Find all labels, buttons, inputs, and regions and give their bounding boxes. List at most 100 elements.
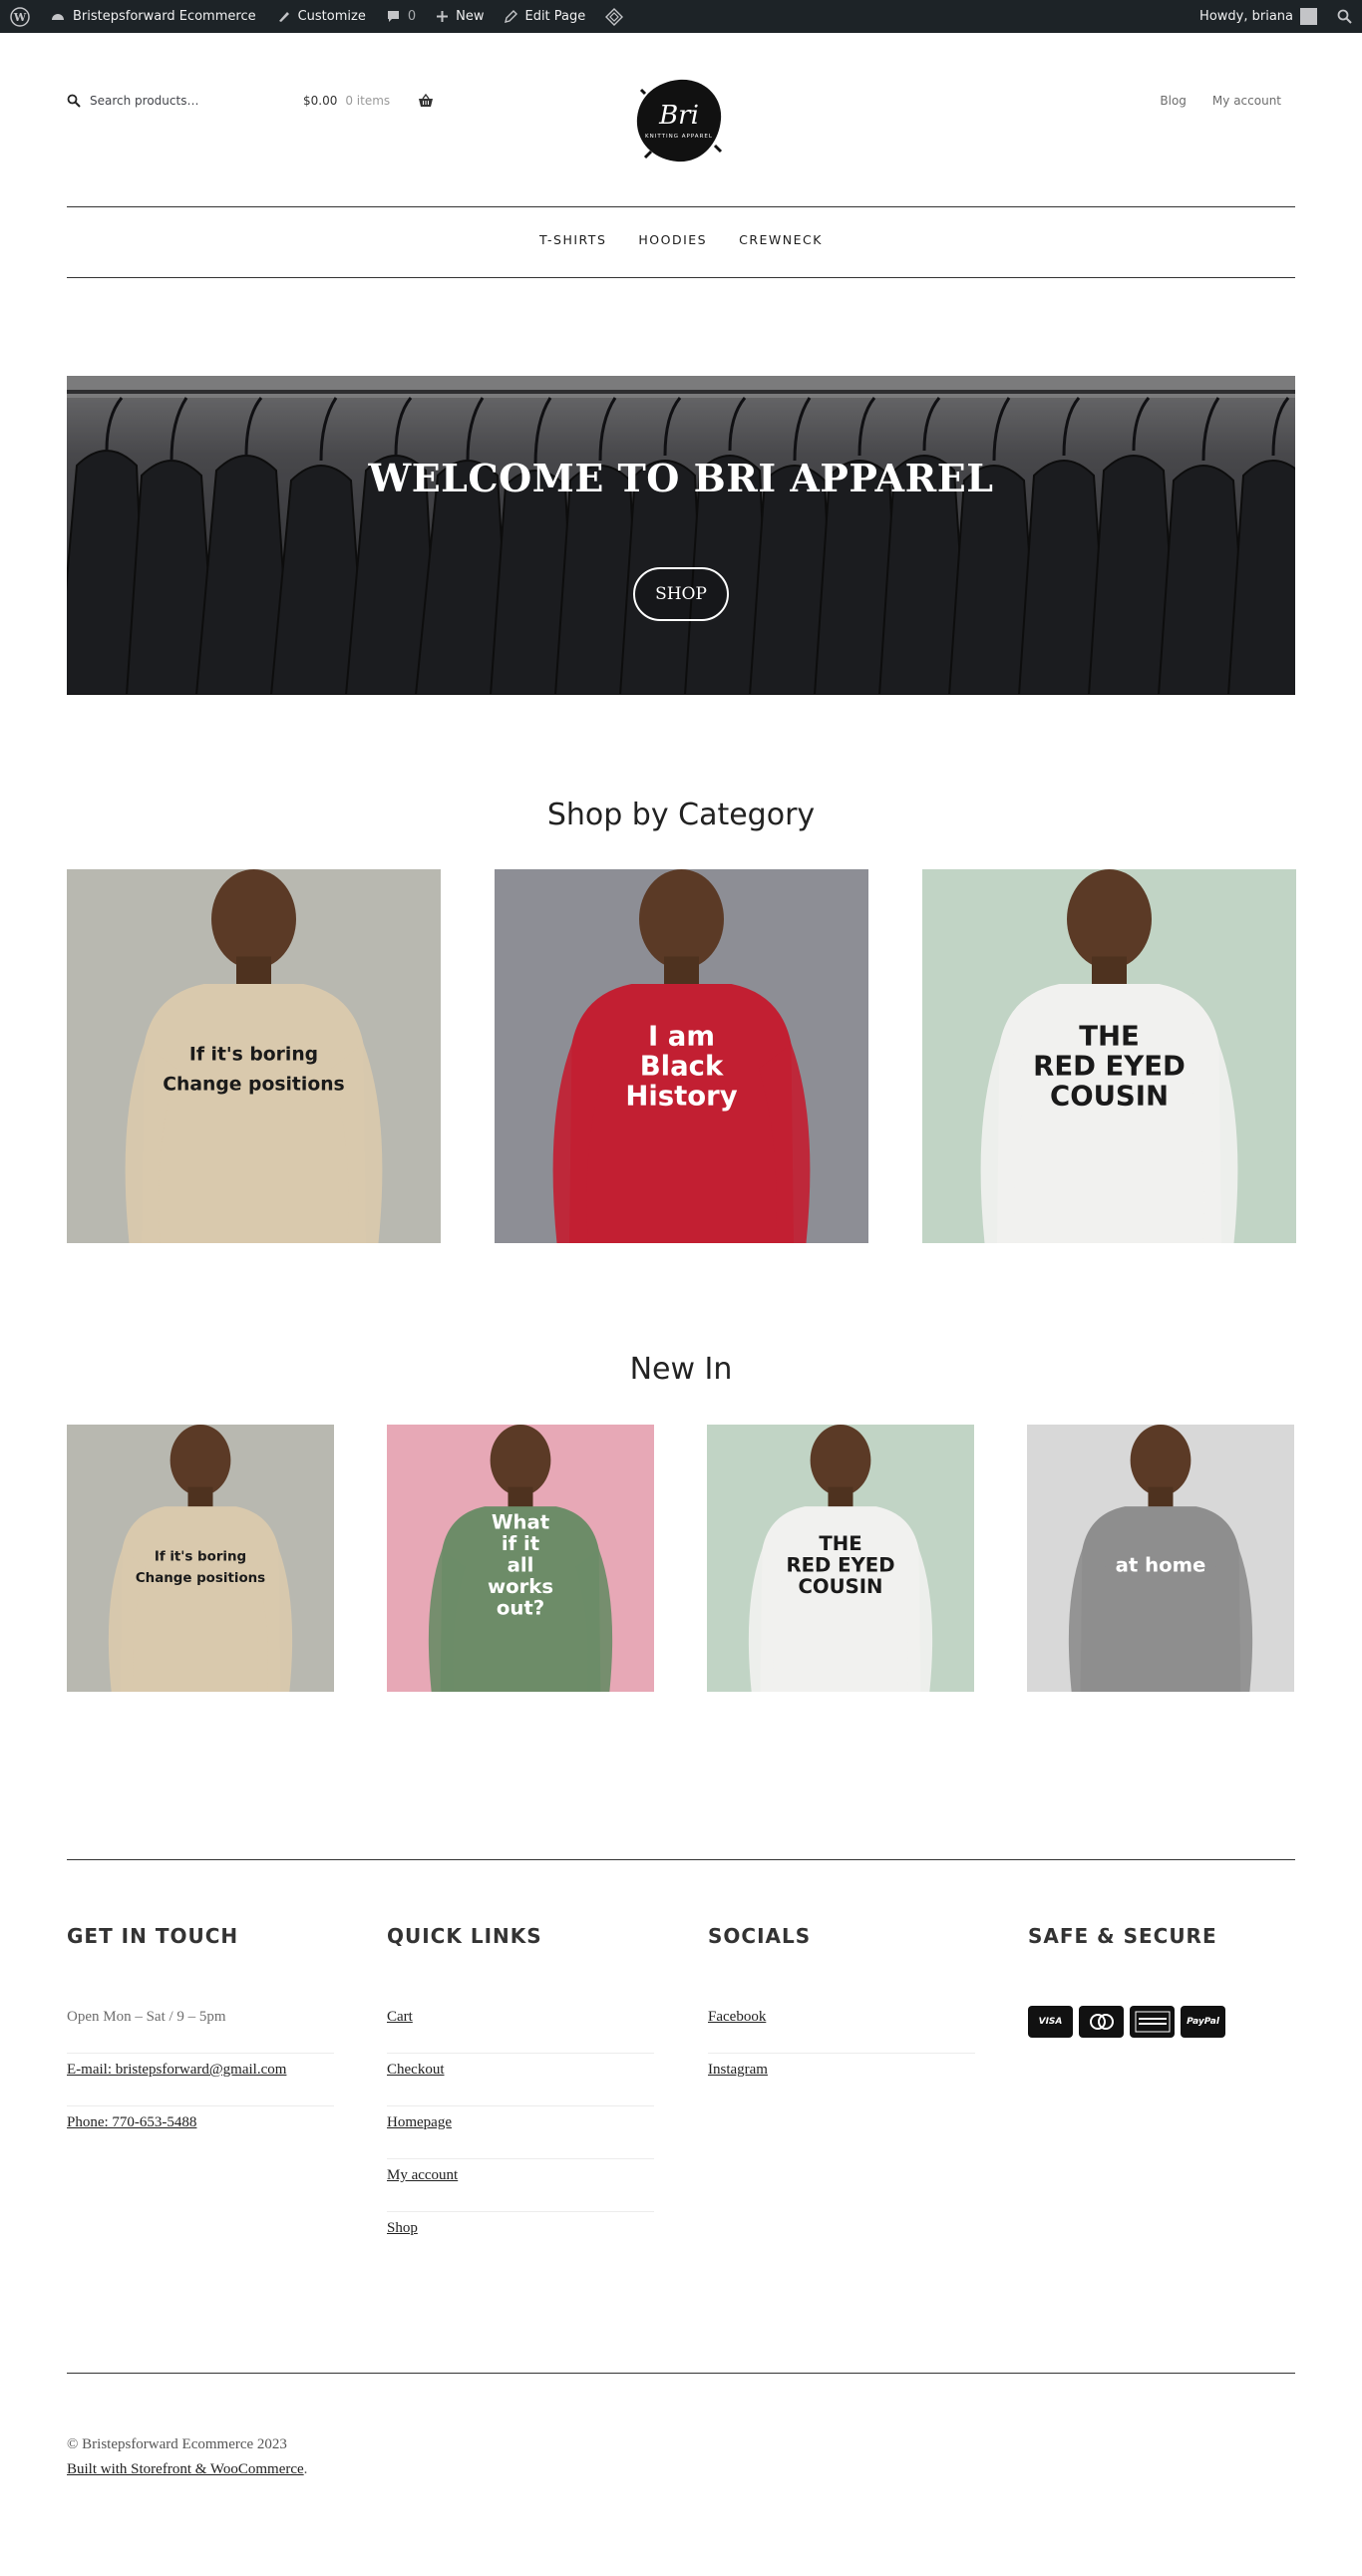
nav-item-tshirts[interactable]: T-SHIRTS xyxy=(539,232,606,247)
admin-bar: W Bristepsforward Ecommerce Customize 0 … xyxy=(0,0,1362,33)
opening-hours: Open Mon – Sat / 9 – 5pm xyxy=(67,2009,226,2025)
shirt-print-text: RED EYED xyxy=(786,1553,894,1576)
quick-link-checkout[interactable]: Checkout xyxy=(387,2062,445,2078)
site-name-label: Bristepsforward Ecommerce xyxy=(73,9,256,24)
social-link-facebook[interactable]: Facebook xyxy=(708,2009,766,2025)
svg-text:W: W xyxy=(13,11,27,24)
new-in-product-card-4[interactable]: at home xyxy=(1027,1425,1294,1692)
product-search xyxy=(67,94,229,108)
avatar xyxy=(1300,8,1317,25)
amex-card-icon xyxy=(1130,2006,1175,2038)
comments-count: 0 xyxy=(407,9,417,24)
footer-quick-links-title: QUICK LINKS xyxy=(387,1924,542,1948)
blog-link[interactable]: Blog xyxy=(1160,94,1187,108)
pencil-icon xyxy=(505,9,518,23)
shop-button[interactable]: SHOP xyxy=(633,567,729,621)
new-label: New xyxy=(456,9,485,24)
logo-subtext: KNITTING APPAREL xyxy=(645,134,713,140)
shirt-print-text: Change positions xyxy=(136,1571,265,1586)
product-photo: I amBlackHistory xyxy=(495,869,868,1243)
shirt-print-text: Change positions xyxy=(163,1074,344,1095)
paypal-icon: PayPal xyxy=(1181,2006,1225,2038)
email-link[interactable]: E-mail: bristepsforward@gmail.com xyxy=(67,2062,286,2078)
cart-count: 0 items xyxy=(345,94,391,108)
plus-icon xyxy=(437,11,449,22)
product-photo: Whatif itallworksout? xyxy=(387,1425,654,1692)
shirt-print-text: out? xyxy=(497,1596,544,1619)
built-with-link[interactable]: Built with Storefront & WooCommerce xyxy=(67,2461,304,2477)
primary-navigation: T-SHIRTS HOODIES CREWNECK xyxy=(0,232,1362,247)
category-card-3[interactable]: THE RED EYED COUSIN xyxy=(922,869,1296,1243)
howdy-label: Howdy, briana xyxy=(1199,9,1293,24)
quick-link-cart[interactable]: Cart xyxy=(387,2009,413,2025)
shirt-print-text: History xyxy=(625,1080,737,1112)
wordpress-logo-icon[interactable]: W xyxy=(0,0,40,33)
footer-contact-list: Open Mon – Sat / 9 – 5pm E-mail: bristep… xyxy=(67,2001,334,2159)
visa-card-icon: VISA xyxy=(1028,2006,1073,2038)
nav-item-crewneck[interactable]: CREWNECK xyxy=(739,232,823,247)
copyright-text: © Bristepsforward Ecommerce 2023 xyxy=(67,2436,287,2452)
quick-link-homepage[interactable]: Homepage xyxy=(387,2114,452,2130)
payment-methods: VISA PayPal xyxy=(1028,2006,1225,2038)
header-links: Blog My account xyxy=(1160,94,1281,108)
footer-divider xyxy=(67,1859,1295,1860)
phone-link[interactable]: Phone: 770-653-5488 xyxy=(67,2114,196,2130)
hero-title: WELCOME TO BRI APPAREL xyxy=(368,456,994,500)
shirt-print-text: if it xyxy=(502,1532,539,1555)
shirt-print-text: If it's boring xyxy=(189,1044,318,1065)
category-card-2[interactable]: I am Black History xyxy=(495,869,868,1243)
footer-get-in-touch-title: GET IN TOUCH xyxy=(67,1924,239,1948)
shirt-print-text: What xyxy=(492,1511,549,1534)
footer-safe-secure-title: SAFE & SECURE xyxy=(1028,1924,1217,1948)
footer-socials-list: Facebook Instagram xyxy=(708,2001,975,2106)
footer-credits: © Bristepsforward Ecommerce 2023 Built w… xyxy=(67,2432,307,2482)
logo-text: Bri xyxy=(658,101,699,131)
my-account-link[interactable]: My account xyxy=(1212,94,1281,108)
quick-link-my-account[interactable]: My account xyxy=(387,2167,458,2183)
search-icon xyxy=(67,94,81,108)
admin-new[interactable]: New xyxy=(426,0,494,33)
new-in-product-card-1[interactable]: If it's boring Change positions xyxy=(67,1425,334,1692)
shirt-print-text: THE xyxy=(819,1532,861,1555)
admin-plugin-diamond[interactable] xyxy=(595,0,633,33)
hero-banner: WELCOME TO BRI APPAREL SHOP xyxy=(67,376,1295,695)
product-photo: If it's boring Change positions xyxy=(67,1425,334,1692)
cart-total: $0.00 xyxy=(303,94,338,108)
header-cart[interactable]: $0.00 0 items xyxy=(303,94,434,108)
shirt-print-text: Black xyxy=(640,1050,724,1082)
admin-comments[interactable]: 0 xyxy=(376,0,426,33)
admin-search[interactable] xyxy=(1327,0,1362,33)
shirt-print-text: COUSIN xyxy=(799,1575,883,1598)
category-card-1[interactable]: If it's boring Change positions xyxy=(67,869,441,1243)
nav-item-hoodies[interactable]: HOODIES xyxy=(638,232,707,247)
header-divider-bottom xyxy=(67,277,1295,278)
quick-link-shop[interactable]: Shop xyxy=(387,2220,418,2236)
diamond-icon xyxy=(605,7,624,26)
product-photo: If it's boring Change positions xyxy=(67,869,441,1243)
social-link-instagram[interactable]: Instagram xyxy=(708,2062,768,2078)
admin-customize[interactable]: Customize xyxy=(266,0,376,33)
basket-icon xyxy=(419,94,434,107)
dashboard-icon xyxy=(52,13,64,20)
new-in-title: New In xyxy=(629,1352,733,1387)
shirt-print-text: RED EYED xyxy=(1033,1050,1186,1082)
comment-icon xyxy=(387,11,399,22)
admin-account[interactable]: Howdy, briana xyxy=(1190,0,1327,33)
admin-edit-page[interactable]: Edit Page xyxy=(494,0,595,33)
brush-icon xyxy=(278,12,289,22)
product-photo: at home xyxy=(1027,1425,1294,1692)
new-in-product-card-2[interactable]: What if it all works out? xyxy=(387,1425,654,1692)
shirt-print-text: all xyxy=(508,1553,534,1576)
footer-quick-links-list: Cart Checkout Homepage My account Shop xyxy=(387,2001,654,2265)
footer-socials-title: SOCIALS xyxy=(708,1924,812,1948)
footer-bottom-divider xyxy=(67,2373,1295,2374)
product-photo: THERED EYEDCOUSIN xyxy=(707,1425,974,1692)
site-logo[interactable]: Bri KNITTING APPAREL xyxy=(631,76,727,165)
mastercard-icon xyxy=(1079,2006,1124,2038)
product-photo: THERED EYEDCOUSIN xyxy=(922,869,1296,1243)
shirt-print-text: THE xyxy=(1079,1020,1140,1052)
search-input[interactable] xyxy=(90,94,229,108)
admin-site-name[interactable]: Bristepsforward Ecommerce xyxy=(40,0,266,33)
search-icon xyxy=(1337,9,1352,24)
new-in-product-card-3[interactable]: THE RED EYED COUSIN xyxy=(707,1425,974,1692)
